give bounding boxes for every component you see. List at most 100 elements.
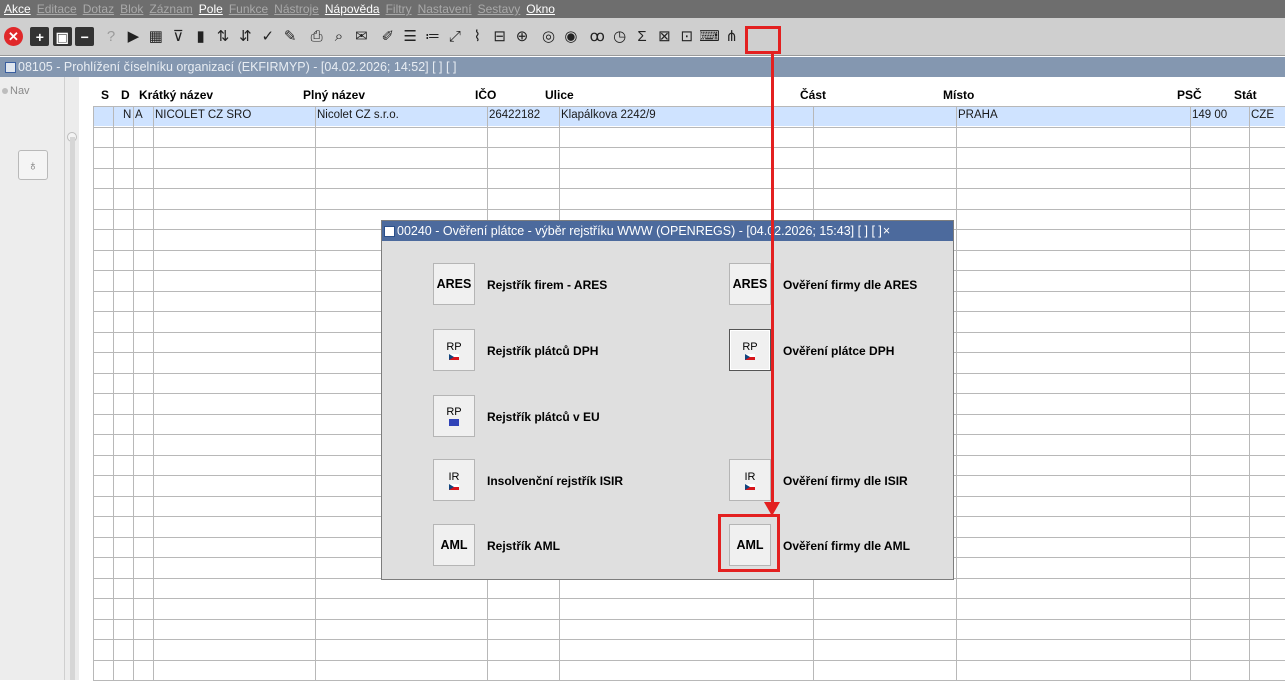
grid-row-line [93, 147, 1285, 148]
menu-item-10[interactable]: Nastavení [418, 2, 472, 16]
export-icon[interactable]: ⊡ [677, 27, 696, 46]
table-cell-9[interactable]: 149 00 [1192, 109, 1227, 121]
glasses-icon[interactable]: ꝏ [588, 27, 607, 46]
eye-icon[interactable]: ◉ [561, 27, 580, 46]
aml-registry-label: Rejstřík AML [487, 539, 560, 553]
nav-toggle[interactable]: Nav [2, 85, 30, 97]
add-record-icon[interactable]: + [30, 27, 50, 46]
help-icon[interactable]: ? [102, 27, 121, 46]
globe-icon[interactable]: ⊕ [513, 27, 532, 46]
vat-payers-registry-button[interactable]: RP [433, 329, 475, 371]
print-preview-icon[interactable]: ⌕ [329, 27, 348, 46]
isir-verify-button[interactable]: IR [729, 459, 771, 501]
menu-item-0[interactable]: Akce [4, 2, 31, 16]
table-cell-1[interactable]: N [123, 109, 131, 121]
column-header-3[interactable]: Plný název [303, 88, 365, 102]
table-cell-3[interactable]: NICOLET CZ SRO [155, 109, 251, 121]
column-header-0[interactable]: S [101, 88, 109, 102]
menu-item-12[interactable]: Okno [526, 2, 555, 16]
vat-payers-registry-label: Rejstřík plátců DPH [487, 344, 599, 358]
eu-flag-icon [449, 419, 459, 426]
run-icon[interactable]: ▶ [124, 27, 143, 46]
dialog-close-button[interactable]: × [883, 224, 890, 238]
dialog-title-bar: 00240 - Ověření plátce - výběr rejstříku… [382, 221, 953, 241]
menu-item-5[interactable]: Pole [199, 2, 223, 16]
save-icon[interactable]: ▣ [52, 27, 72, 46]
selected-row[interactable] [93, 106, 1285, 126]
sum-icon[interactable]: Σ [633, 27, 652, 46]
sort-asc-icon[interactable]: ⇅ [214, 27, 233, 46]
isir-registry-button[interactable]: IR [433, 459, 475, 501]
ares-registry-label: Rejstřík firem - ARES [487, 278, 608, 292]
money-bag-icon[interactable]: ♁ [18, 150, 48, 180]
window-title-bar: 08105 - Prohlížení číselníku organizací … [0, 57, 1285, 77]
registry-dialog: 00240 - Ověření plátce - výběr rejstříku… [381, 220, 954, 580]
column-header-1[interactable]: D [121, 88, 130, 102]
isir-verify-label: Ověření firmy dle ISIR [783, 474, 908, 488]
form-icon [5, 61, 16, 73]
table-cell-6[interactable]: Klapálkova 2242/9 [561, 109, 656, 121]
column-header-7[interactable]: Místo [943, 88, 974, 102]
column-header-8[interactable]: PSČ [1177, 88, 1202, 102]
menu-item-7[interactable]: Nástroje [274, 2, 319, 16]
vertical-scrollbar[interactable] [70, 137, 75, 680]
excel-icon[interactable]: ⊠ [655, 27, 674, 46]
aml-registry-button[interactable]: AML [433, 524, 475, 566]
column-header-5[interactable]: Ulice [545, 88, 574, 102]
eu-payers-registry-button[interactable]: RP [433, 395, 475, 437]
menu-item-11[interactable]: Sestavy [478, 2, 521, 16]
calendar-icon[interactable]: ▦ [146, 27, 165, 46]
print-icon[interactable]: ⎙ [307, 27, 326, 46]
nav-label: Nav [10, 85, 30, 97]
eu-payers-registry-label: Rejstřík plátců v EU [487, 410, 600, 424]
table-cell-5[interactable]: 26422182 [489, 109, 540, 121]
annotation-arrow-line [771, 54, 774, 506]
wrench-icon[interactable]: ✎ [281, 27, 300, 46]
ares-registry-button[interactable]: ARES [433, 263, 475, 305]
delete-record-icon[interactable]: − [75, 27, 95, 46]
menu-item-3[interactable]: Blok [120, 2, 143, 16]
mail-icon[interactable]: ✉ [352, 27, 371, 46]
menu-item-4[interactable]: Záznam [149, 2, 192, 16]
column-header-2[interactable]: Krátký název [139, 88, 213, 102]
column-header-9[interactable]: Stát [1234, 88, 1257, 102]
highlight-toolbar-button [745, 26, 781, 54]
keyboard-icon[interactable]: ⌨ [700, 27, 719, 46]
column-header-4[interactable]: IČO [475, 88, 496, 102]
table-cell-4[interactable]: Nicolet CZ s.r.o. [317, 109, 399, 121]
cz-flag-icon [449, 483, 459, 490]
numbered-list-icon[interactable]: ≔ [423, 27, 442, 46]
grid-row-line [93, 208, 1285, 210]
vat-verify-button[interactable]: RP [729, 329, 771, 371]
table-cell-8[interactable]: PRAHA [958, 109, 998, 121]
attachment-icon[interactable]: ⌇ [468, 27, 487, 46]
menu-item-2[interactable]: Dotaz [83, 2, 114, 16]
column-header-6[interactable]: Část [800, 88, 826, 102]
chart-icon[interactable]: ▮ [191, 27, 210, 46]
toolbar: ✕ + ▣ −? ▶ ▦ ⊽ ▮ ⇅ ⇵ ✓ ✎ ⎙ ⌕ ✉ ✐ ☰ ≔ ⤢ ⌇ ⊟ ⊕ ◎ ◉ ꝏ ◷ Σ ⊠ ⊡ ⌨ ⋔ [0, 18, 1285, 56]
menu-item-8[interactable]: Nápověda [325, 2, 380, 16]
nav-dot-icon [2, 88, 8, 94]
tree-icon[interactable]: ⋔ [722, 27, 741, 46]
edit-icon[interactable]: ✐ [378, 27, 397, 46]
cz-flag-icon [449, 353, 459, 360]
menu-item-6[interactable]: Funkce [229, 2, 268, 16]
fullscreen-icon[interactable]: ⤢ [445, 27, 464, 46]
ares-verify-button[interactable]: ARES [729, 263, 771, 305]
menu-item-9[interactable]: Filtry [386, 2, 412, 16]
grid-row-line [93, 126, 1285, 128]
sort-desc-icon[interactable]: ⇵ [236, 27, 255, 46]
filter-icon[interactable]: ⊽ [169, 27, 188, 46]
form-icon[interactable]: ⊟ [490, 27, 509, 46]
table-cell-10[interactable]: CZE [1251, 109, 1274, 121]
menu-item-1[interactable]: Editace [37, 2, 77, 16]
close-icon[interactable]: ✕ [4, 27, 23, 46]
cz-flag-icon [745, 353, 755, 360]
grid-row-line [93, 167, 1285, 169]
window-title: 08105 - Prohlížení číselníku organizací … [18, 60, 457, 74]
compass-icon[interactable]: ◎ [539, 27, 558, 46]
list-icon[interactable]: ☰ [401, 27, 420, 46]
check-icon[interactable]: ✓ [258, 27, 277, 46]
table-cell-2[interactable]: A [135, 109, 143, 121]
clock-icon[interactable]: ◷ [610, 27, 629, 46]
